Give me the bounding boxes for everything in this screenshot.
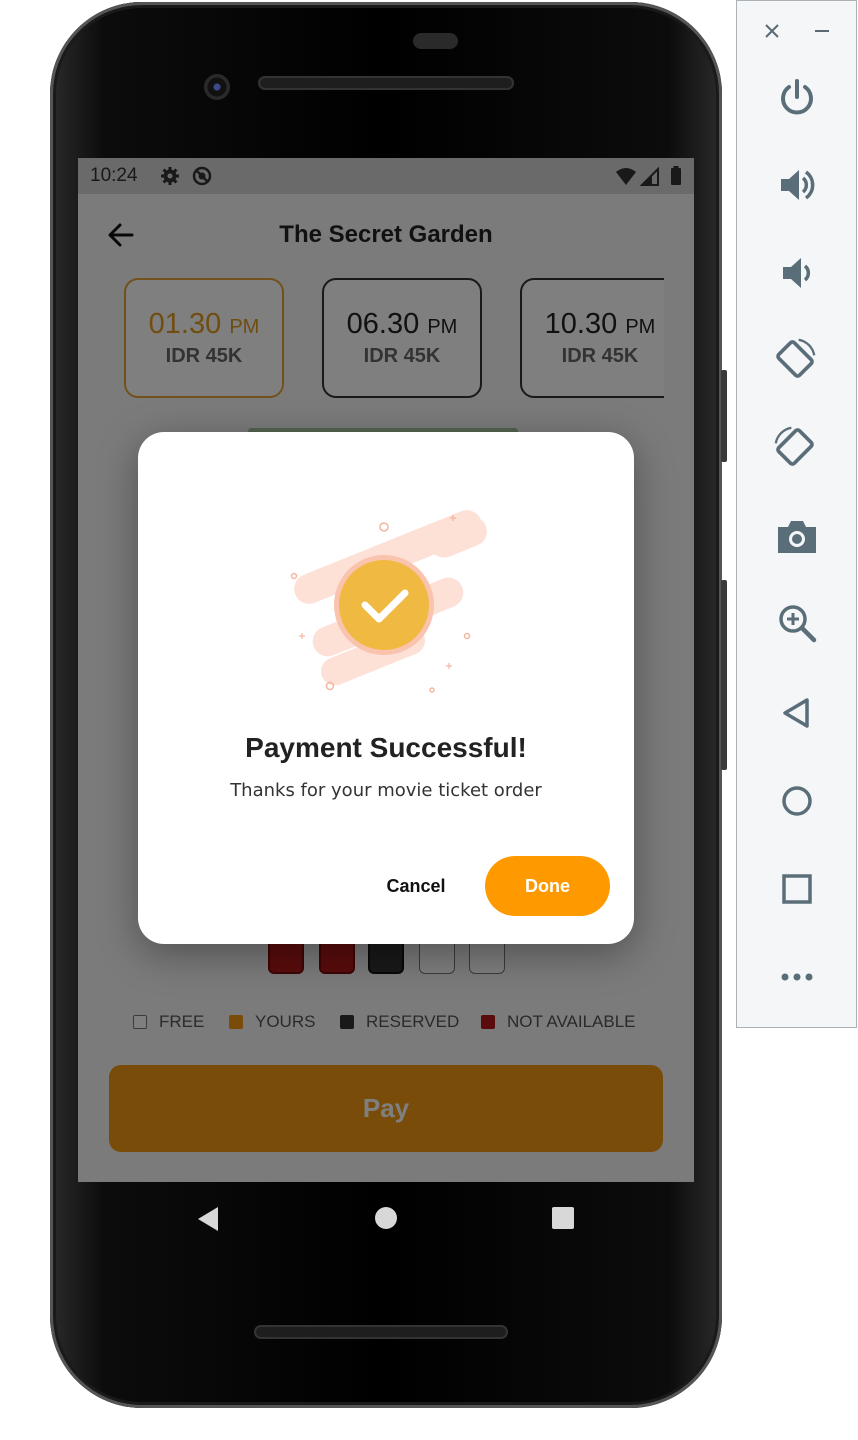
done-button[interactable]: Done xyxy=(485,856,610,916)
back-icon[interactable] xyxy=(775,691,819,735)
power-icon[interactable] xyxy=(775,75,819,119)
nav-home-icon[interactable] xyxy=(375,1207,397,1229)
volume-up-icon[interactable] xyxy=(775,163,819,207)
volume-rocker xyxy=(721,370,727,462)
close-icon[interactable] xyxy=(763,22,781,40)
bottom-speaker xyxy=(254,1325,508,1339)
cancel-button[interactable]: Cancel xyxy=(368,856,464,916)
more-icon[interactable] xyxy=(775,955,819,999)
success-check-icon xyxy=(290,510,487,693)
front-camera xyxy=(204,74,230,100)
rotate-right-icon[interactable] xyxy=(773,425,817,469)
home-icon[interactable] xyxy=(775,779,819,823)
overview-icon[interactable] xyxy=(775,867,819,911)
earpiece xyxy=(413,33,458,49)
app-screen: 10:24 The Secret Garden 01.30 PM IDR xyxy=(78,158,694,1182)
nav-back-icon[interactable] xyxy=(196,1206,220,1232)
dialog-message: Thanks for your movie ticket order xyxy=(230,780,542,801)
nav-recents-icon[interactable] xyxy=(552,1207,574,1229)
minimize-icon[interactable] xyxy=(813,22,831,40)
emulator-toolbar xyxy=(736,0,857,1028)
camera-icon[interactable] xyxy=(775,515,819,559)
power-button xyxy=(721,580,727,770)
top-speaker xyxy=(258,76,514,90)
volume-down-icon[interactable] xyxy=(775,251,819,295)
zoom-icon[interactable] xyxy=(775,601,819,645)
payment-success-dialog: Payment Successful! Thanks for your movi… xyxy=(138,432,634,944)
dialog-title: Payment Successful! xyxy=(245,732,527,763)
rotate-left-icon[interactable] xyxy=(773,337,817,381)
